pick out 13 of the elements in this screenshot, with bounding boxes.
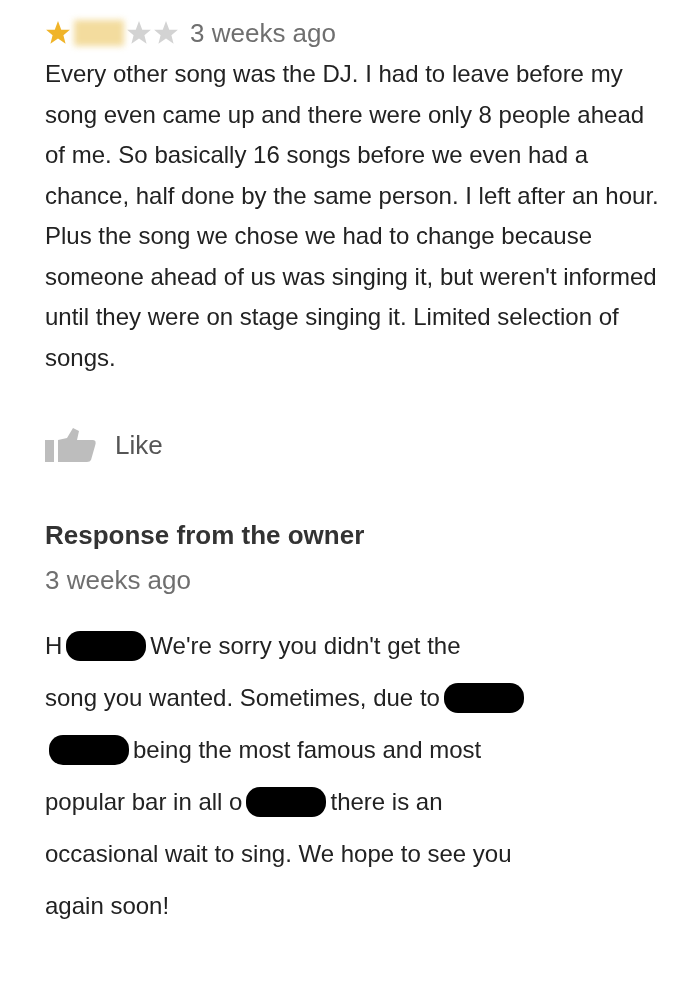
response-time: 3 weeks ago xyxy=(45,565,192,596)
response-text: being the most famous and most xyxy=(133,736,482,764)
response-text: again soon! xyxy=(45,892,170,920)
response-text: song you wanted. Sometimes, due to xyxy=(45,684,440,712)
review-text: Every other song was the DJ. I had to leave before my song even came up and there were only 8 people ahead of me. So basically 16 songs before we even had a chance, half done by the same person. I left after an hour. Plus the song we chose we had to change because someone ahead of us was singing it, but weren't informed until they were on stage singing it. Limited selection of songs. xyxy=(45,59,660,373)
response-text: H xyxy=(45,632,63,660)
response-text: We're sorry you didn't get the xyxy=(150,632,461,660)
review-time: 3 weeks ago xyxy=(190,17,336,49)
response-text: occasional wait to sing. We hope to see you xyxy=(45,840,512,868)
like-button[interactable]: Like xyxy=(45,428,163,462)
response-text: there is an xyxy=(330,788,443,816)
response-title: Response from the owner xyxy=(45,520,366,551)
response-text: popular bar in all o xyxy=(45,788,243,816)
